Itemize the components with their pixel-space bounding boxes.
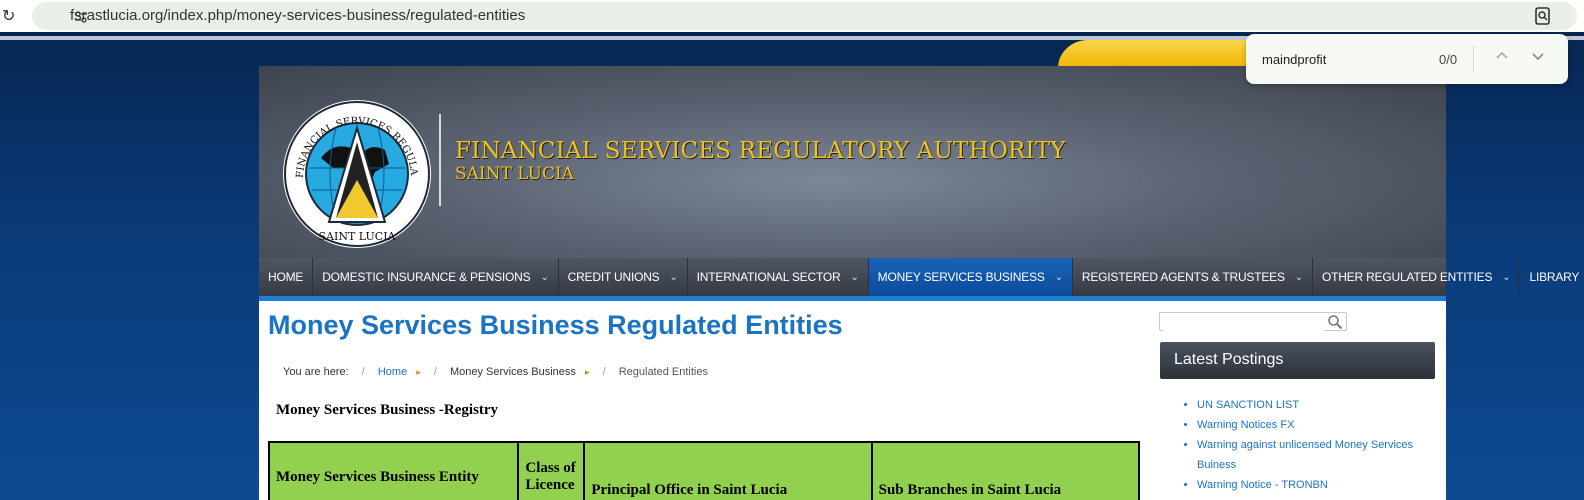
breadcrumb: You are here: / Home ▸ / Money Services … [283, 366, 718, 378]
nav-item-label: CREDIT UNIONS [567, 270, 660, 284]
nav-item-label: DOMESTIC INSURANCE & PENSIONS [322, 270, 531, 284]
reload-icon[interactable]: ↻ [2, 6, 15, 26]
nav-item-international-sector[interactable]: INTERNATIONAL SECTOR ⌄ [688, 258, 869, 296]
breadcrumb-current: Regulated Entities [618, 366, 708, 378]
chevron-down-icon: ⌄ [1054, 271, 1063, 283]
find-input[interactable]: maindprofit [1262, 52, 1326, 67]
latest-postings-title: Latest Postings [1160, 342, 1435, 379]
address-bar[interactable]: fsrastlucia.org/index.php/money-services… [32, 2, 1577, 30]
breadcrumb-item[interactable]: Money Services Business [450, 366, 576, 378]
list-item[interactable]: Warning Notices FX [1197, 415, 1431, 435]
chevron-down-icon: ⌄ [850, 271, 859, 283]
nav-item-label: INTERNATIONAL SECTOR [696, 270, 841, 284]
nav-item-credit-unions[interactable]: CREDIT UNIONS ⌄ [559, 258, 688, 296]
nav-item-label: MONEY SERVICES BUSINESS [877, 270, 1045, 284]
latest-postings-list: UN SANCTION LIST Warning Notices FX Warn… [1181, 395, 1431, 495]
nav-item-label: OTHER REGULATED ENTITIES [1321, 270, 1493, 284]
registry-title: Money Services Business -Registry [276, 402, 499, 418]
browser-toolbar: ↻ fsrastlucia.org/index.php/money-servic… [0, 0, 1584, 32]
breadcrumb-prefix: You are here: [283, 366, 349, 378]
nav-item-domestic-insurance[interactable]: DOMESTIC INSURANCE & PENSIONS ⌄ [313, 258, 559, 296]
main-nav: HOME DOMESTIC INSURANCE & PENSIONS ⌄ CRE… [259, 258, 1579, 296]
list-item[interactable]: Warning against unlicensed Money Service… [1197, 435, 1431, 475]
nav-accent-bar [259, 296, 1446, 301]
chevron-down-icon: ⌄ [540, 271, 549, 283]
nav-item-money-services-business[interactable]: MONEY SERVICES BUSINESS ⌄ [868, 258, 1073, 296]
search-input[interactable] [1164, 315, 1324, 331]
posting-link[interactable]: Warning Notices FX [1197, 419, 1294, 431]
chevron-down-icon: ⌄ [1294, 271, 1303, 283]
breadcrumb-home-link[interactable]: Home [378, 366, 407, 378]
find-in-page-bar: maindprofit 0/0 [1246, 34, 1568, 84]
site-header: FINANCIAL SERVICES REGULATORY AUTHORITY … [259, 66, 1446, 258]
find-match-count: 0/0 [1439, 52, 1458, 67]
posting-link[interactable]: UN SANCTION LIST [1197, 399, 1299, 411]
nav-item-label: REGISTERED AGENTS & TRUSTEES [1081, 270, 1285, 284]
table-header-entity: Money Services Business Entity [267, 441, 520, 500]
nav-item-library[interactable]: LIBRARY ⌄ [1520, 258, 1584, 296]
url-text[interactable]: fsrastlucia.org/index.php/money-services… [70, 7, 525, 24]
breadcrumb-arrow-icon: ▸ [584, 367, 590, 377]
site-title: FINANCIAL SERVICES REGULATORY AUTHORITY [455, 138, 1066, 164]
header-divider [439, 114, 441, 206]
logo-ring-bottom-text: SAINT LUCIA [319, 230, 397, 243]
chevron-down-icon: ⌄ [669, 271, 678, 283]
page-search-icon[interactable] [1533, 6, 1553, 26]
breadcrumb-separator: / [361, 366, 365, 378]
chevron-down-icon[interactable] [1530, 48, 1546, 64]
registry-table: Money Services Business Entity Class of … [267, 441, 1141, 500]
breadcrumb-separator: / [602, 366, 606, 378]
nav-item-label: LIBRARY [1529, 270, 1580, 284]
posting-link[interactable]: Warning Notice - TRONBN [1197, 479, 1328, 491]
nav-item-other-regulated[interactable]: OTHER REGULATED ENTITIES ⌄ [1313, 258, 1521, 296]
table-header-principal-office: Principal Office in Saint Lucia [583, 441, 873, 500]
nav-item-registered-agents[interactable]: REGISTERED AGENTS & TRUSTEES ⌄ [1073, 258, 1313, 296]
list-item[interactable]: Warning Notice - TRONBN [1197, 475, 1431, 495]
breadcrumb-separator: / [433, 366, 437, 378]
fsra-logo[interactable]: FINANCIAL SERVICES REGULATORY AUTHORITY … [281, 98, 433, 250]
table-header-sub-branches: Sub Branches in Saint Lucia [870, 441, 1141, 500]
chevron-down-icon: ⌄ [1502, 271, 1511, 283]
table-header-class: Class of Licence [517, 441, 586, 500]
chevron-up-icon[interactable] [1494, 48, 1510, 64]
site-subtitle: SAINT LUCIA [455, 164, 574, 184]
search-icon[interactable] [1327, 314, 1343, 330]
posting-link[interactable]: Warning against unlicensed Money Service… [1197, 439, 1413, 471]
nav-item-home[interactable]: HOME [259, 258, 314, 296]
page-title: Money Services Business Regulated Entiti… [268, 310, 843, 340]
table-header-row: Money Services Business Entity Class of … [267, 441, 1141, 500]
list-item[interactable]: UN SANCTION LIST [1197, 395, 1431, 415]
page-container: FINANCIAL SERVICES REGULATORY AUTHORITY … [259, 66, 1579, 500]
find-divider [1473, 46, 1474, 72]
breadcrumb-arrow-icon: ▸ [416, 367, 421, 377]
nav-item-label: HOME [268, 270, 304, 284]
search-field[interactable] [1159, 312, 1347, 331]
